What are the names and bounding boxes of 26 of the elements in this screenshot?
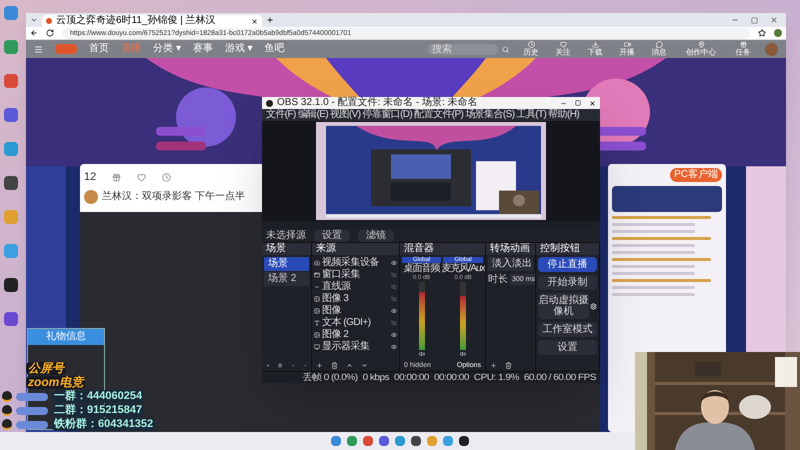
close-icon[interactable]: [770, 16, 778, 24]
nav-link[interactable]: 赛事: [192, 44, 213, 54]
profile-avatar[interactable]: [774, 29, 782, 37]
nav-link[interactable]: 首页: [89, 44, 109, 54]
desktop-app-icon[interactable]: [4, 278, 18, 292]
heart-icon: [560, 40, 566, 48]
nav-link[interactable]: 游戏 ▾: [224, 44, 253, 54]
search-field[interactable]: 搜索: [428, 44, 498, 54]
penguin-icon: [2, 391, 12, 402]
penguin-icon: [2, 419, 12, 430]
close-tab-icon[interactable]: [251, 18, 258, 24]
reload-icon[interactable]: [46, 29, 54, 37]
favicon-icon: [46, 18, 52, 24]
tab-list-icon[interactable]: [30, 16, 38, 24]
menu-icon[interactable]: [34, 44, 43, 54]
video-icon: [624, 40, 630, 48]
new-tab-icon[interactable]: [266, 16, 274, 24]
browser-tab[interactable]: 云顶之弈奇迹6时11_孙锦俊 | 兰林汉: [42, 15, 262, 27]
search-icon[interactable]: [502, 46, 509, 52]
tab-title: 云顶之弈奇迹6时11_孙锦俊 | 兰林汉: [56, 16, 216, 26]
nav-link[interactable]: 分类 ▾: [153, 44, 181, 54]
desktop-app-icon[interactable]: [4, 176, 18, 190]
back-icon[interactable]: [30, 29, 38, 37]
nav-link[interactable]: 鱼吧: [264, 44, 285, 54]
star-icon[interactable]: [758, 29, 766, 37]
penguin-icon: [2, 405, 12, 416]
